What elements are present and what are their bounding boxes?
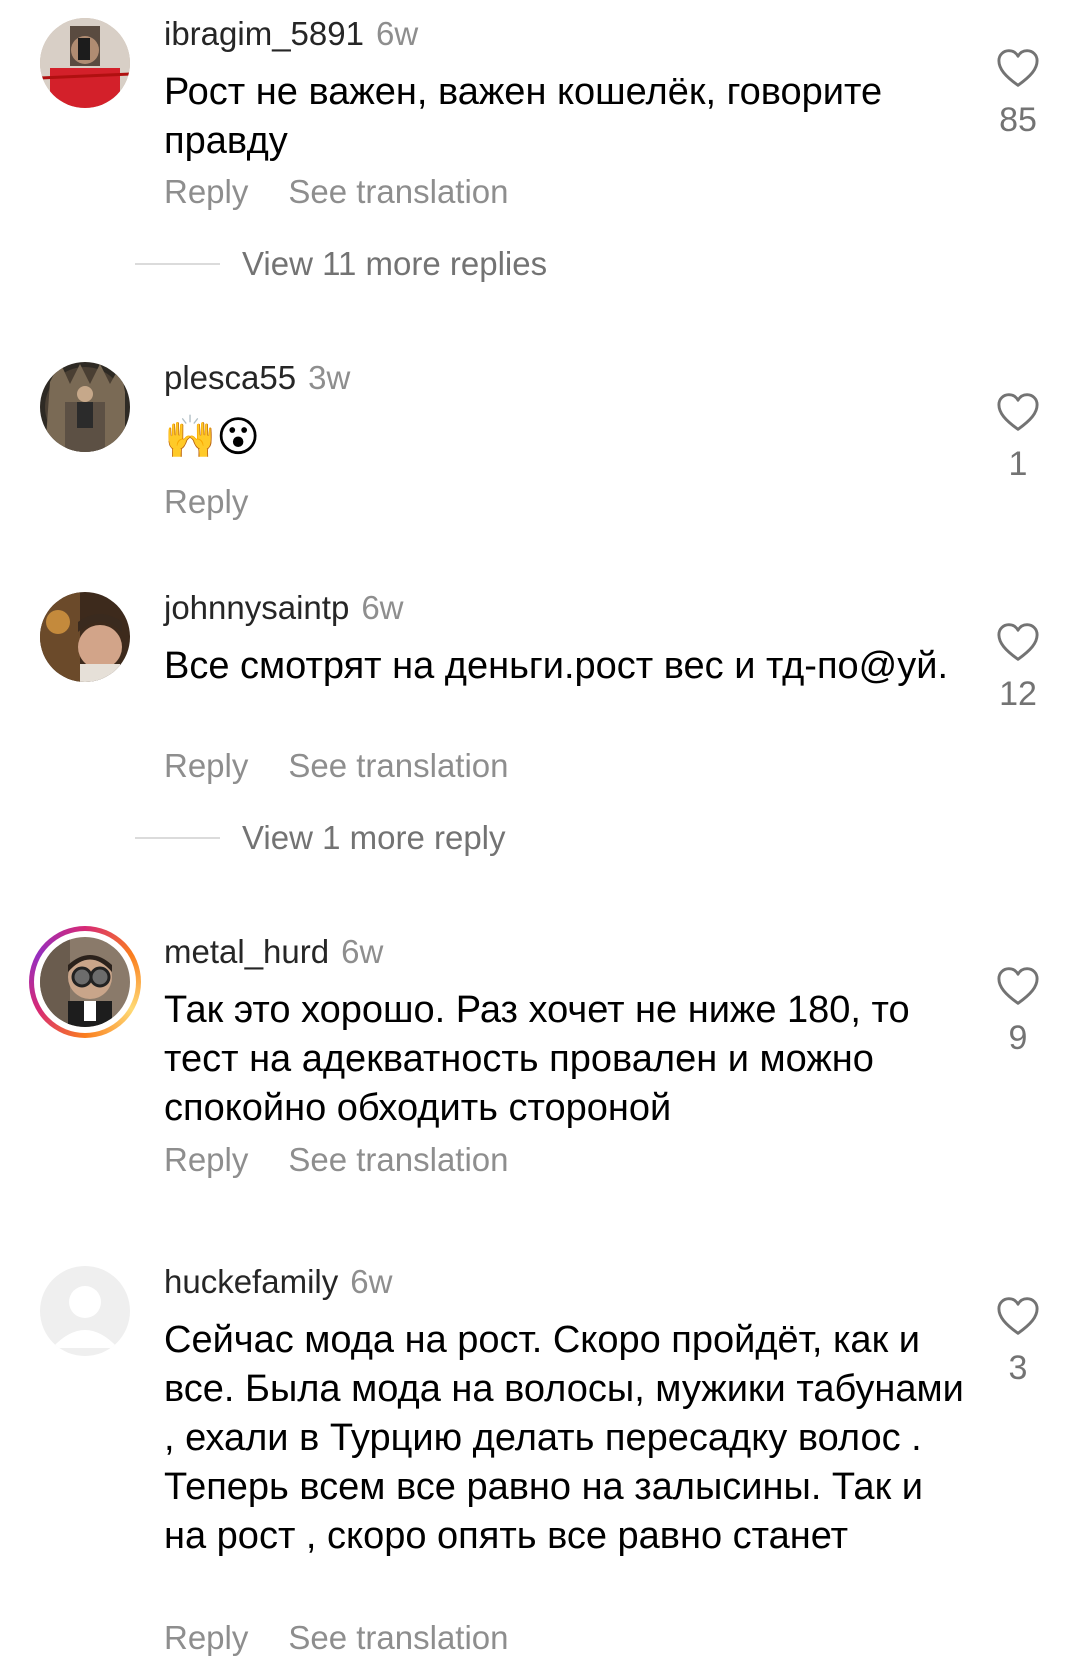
comment-actions: Reply See translation bbox=[164, 1140, 509, 1180]
like-count: 9 bbox=[1008, 1019, 1028, 1057]
see-translation-button[interactable]: See translation bbox=[288, 1619, 508, 1656]
like-control: 1 bbox=[988, 392, 1048, 484]
timestamp: 6w bbox=[361, 589, 404, 626]
username[interactable]: johnnysaintp bbox=[164, 589, 349, 626]
comment-actions: Reply See translation bbox=[164, 1618, 509, 1658]
heart-outline-icon[interactable] bbox=[996, 1296, 1040, 1336]
comment-actions: Reply See translation bbox=[164, 746, 509, 786]
avatar[interactable] bbox=[40, 362, 130, 452]
comment-actions: Reply See translation bbox=[164, 172, 509, 212]
like-control: 3 bbox=[988, 1296, 1048, 1388]
comment-text: Рост не важен, важен кошелёк, говорите п… bbox=[164, 71, 883, 162]
like-control: 12 bbox=[988, 622, 1048, 714]
view-more-replies-label[interactable]: View 11 more replies bbox=[242, 244, 547, 284]
reply-button[interactable]: Reply bbox=[164, 483, 248, 520]
timestamp: 6w bbox=[375, 15, 419, 52]
comment-meta: metal_hurd 6w bbox=[164, 932, 383, 972]
like-count: 12 bbox=[999, 675, 1037, 713]
timestamp: 6w bbox=[341, 933, 384, 970]
username[interactable]: huckefamily bbox=[164, 1263, 338, 1300]
see-translation-button[interactable]: See translation bbox=[288, 1141, 508, 1178]
reply-button[interactable]: Reply bbox=[164, 1141, 248, 1178]
like-count: 85 bbox=[999, 101, 1037, 139]
like-control: 9 bbox=[988, 966, 1048, 1058]
comment-meta: huckefamily 6w bbox=[164, 1262, 392, 1302]
like-count: 3 bbox=[1008, 1349, 1028, 1387]
story-ring[interactable] bbox=[29, 926, 141, 1038]
comment-meta: johnnysaintp 6w bbox=[164, 588, 404, 628]
avatar[interactable] bbox=[40, 18, 130, 108]
heart-outline-icon[interactable] bbox=[996, 966, 1040, 1006]
heart-outline-icon[interactable] bbox=[996, 622, 1040, 662]
username[interactable]: metal_hurd bbox=[164, 933, 329, 970]
comment-meta: ibragim_5891 6w bbox=[164, 14, 418, 54]
heart-outline-icon[interactable] bbox=[996, 48, 1040, 88]
timestamp: 6w bbox=[350, 1263, 393, 1300]
see-translation-button[interactable]: See translation bbox=[288, 173, 508, 210]
username[interactable]: ibragim_5891 bbox=[164, 15, 364, 52]
see-translation-button[interactable]: See translation bbox=[288, 747, 508, 784]
reply-button[interactable]: Reply bbox=[164, 747, 248, 784]
view-more-replies-label[interactable]: View 1 more reply bbox=[242, 818, 506, 858]
view-more-replies[interactable]: View 1 more reply bbox=[135, 818, 506, 858]
comment-text: Так это хорошо. Раз хочет не ниже 180, т… bbox=[164, 989, 910, 1129]
avatar[interactable] bbox=[40, 1266, 130, 1356]
reply-button[interactable]: Reply bbox=[164, 173, 248, 210]
view-more-replies[interactable]: View 11 more replies bbox=[135, 244, 547, 284]
timestamp: 3w bbox=[308, 359, 351, 396]
avatar bbox=[40, 937, 130, 1027]
comment-text: Все смотрят на деньги.рост вес и тд-по@у… bbox=[164, 645, 949, 687]
like-count: 1 bbox=[1008, 445, 1028, 483]
person-silhouette-icon bbox=[40, 1266, 130, 1356]
reply-divider bbox=[135, 263, 220, 265]
reply-divider bbox=[135, 837, 220, 839]
heart-outline-icon[interactable] bbox=[996, 392, 1040, 432]
like-control: 85 bbox=[988, 48, 1048, 140]
reply-button[interactable]: Reply bbox=[164, 1619, 248, 1656]
avatar[interactable] bbox=[40, 592, 130, 682]
comment-meta: plesca55 3w bbox=[164, 358, 350, 398]
comment-text: 🙌😮 bbox=[164, 412, 261, 461]
comment-text: Сейчас мода на рост. Скоро пройдёт, как … bbox=[164, 1319, 964, 1557]
comment-actions: Reply bbox=[164, 482, 248, 522]
username[interactable]: plesca55 bbox=[164, 359, 296, 396]
